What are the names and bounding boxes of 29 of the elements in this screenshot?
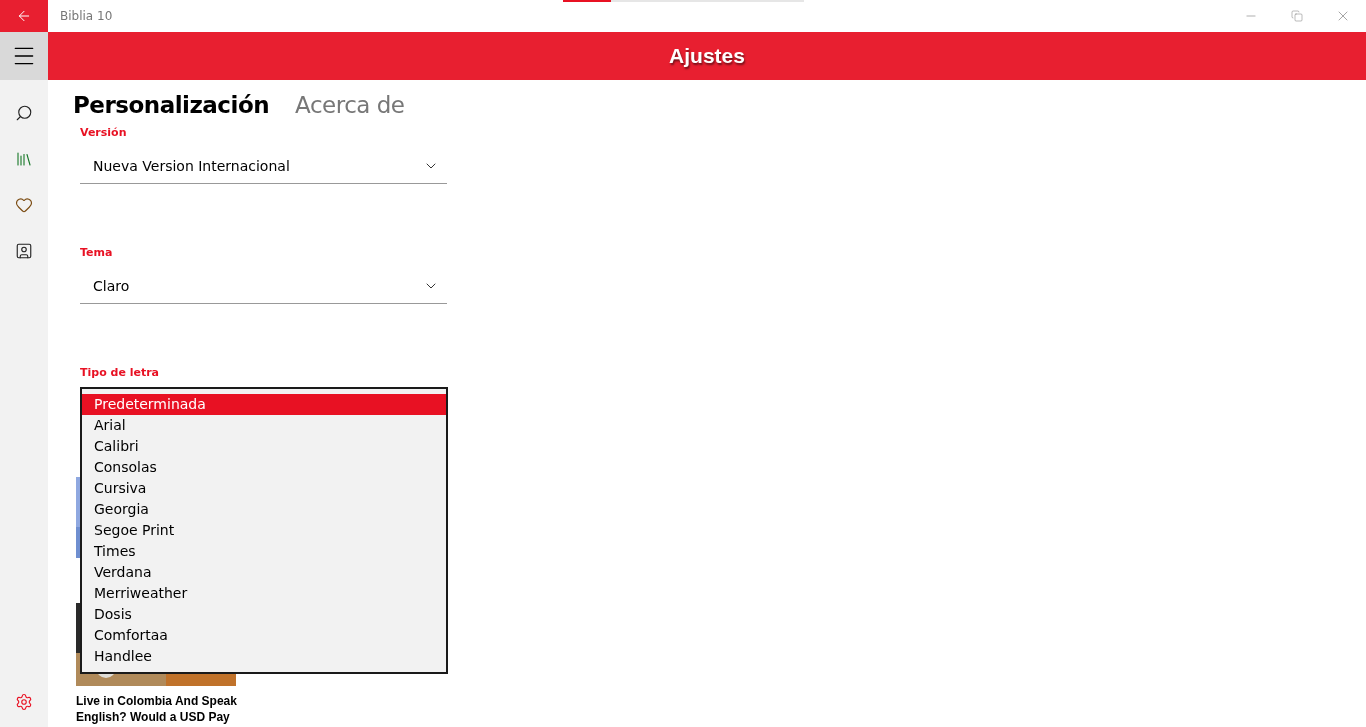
dropdown-option[interactable]: Predeterminada [82,394,446,415]
dropdown-option[interactable]: Comfortaa [82,625,446,646]
dropdown-option[interactable]: Times [82,541,446,562]
dropdown-option[interactable]: Dosis [82,604,446,625]
tab[interactable]: Acerca de [295,92,405,118]
ad-headline[interactable]: Live in Colombia And Speak English? Would a USD Pay [76,693,251,725]
page-title: Ajustes [669,44,745,68]
search-icon[interactable] [15,104,33,122]
menu-button[interactable] [0,32,48,80]
back-arrow-icon [16,8,32,24]
restore-icon [1291,10,1303,22]
field-label: Tipo de letra [80,366,161,381]
dropdown-option[interactable]: Merriweather [82,583,446,604]
person-chat-icon[interactable] [15,242,33,260]
field-label: Tema [80,246,114,261]
dropdown-option[interactable]: Georgia [82,499,446,520]
heart-icon[interactable] [15,196,33,214]
dropdown-option[interactable]: Verdana [82,562,446,583]
dropdown-option[interactable]: Segoe Print [82,520,446,541]
dropdown-option[interactable]: Consolas [82,457,446,478]
dropdown-option[interactable]: Cursiva [82,478,446,499]
tab[interactable]: Personalización [73,92,270,118]
books-icon[interactable] [15,150,33,168]
dropdown-option[interactable]: Handlee [82,646,446,667]
dropdown-option[interactable]: Calibri [82,436,446,457]
dropdown-option[interactable]: Arial [82,415,446,436]
settings-icon[interactable] [15,693,33,711]
field-label: Versión [80,126,128,141]
window-title: Biblia 10 [60,9,113,23]
